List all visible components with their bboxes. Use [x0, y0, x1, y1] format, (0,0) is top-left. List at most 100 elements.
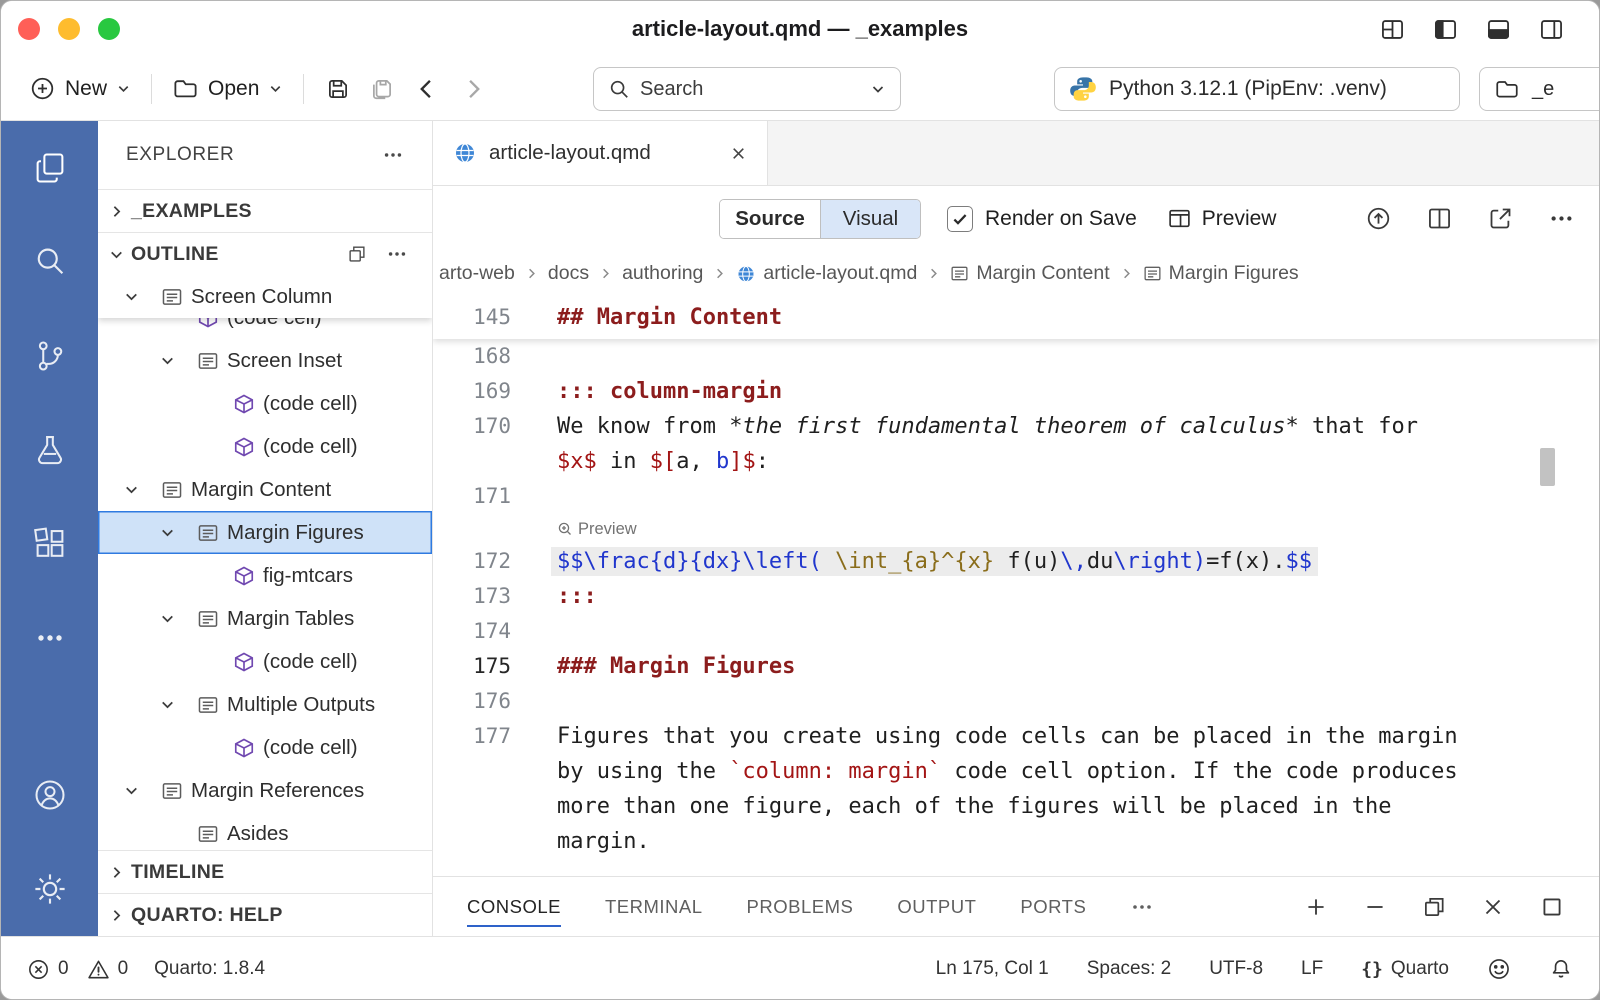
panel-tab-terminal[interactable]: TERMINAL: [605, 877, 703, 936]
extensions-icon[interactable]: [1, 497, 98, 591]
new-button[interactable]: New: [21, 71, 139, 106]
chevron-down-icon[interactable]: [870, 81, 886, 97]
code-line[interactable]: 171: [433, 479, 1555, 514]
breadcrumb-item[interactable]: arto-web: [439, 262, 515, 285]
back-icon[interactable]: [404, 71, 450, 107]
zoom-window-button[interactable]: [98, 18, 120, 40]
search-box[interactable]: Search: [593, 67, 901, 111]
outline-more-icon[interactable]: [386, 243, 408, 265]
code-line[interactable]: 168: [433, 339, 1555, 374]
interpreter-selector[interactable]: Python 3.12.1 (PipEnv: .venv): [1054, 67, 1460, 111]
toggle-right-sidebar-icon[interactable]: [1538, 16, 1565, 43]
open-in-new-window-icon[interactable]: [1487, 205, 1514, 232]
chevron-down-icon[interactable]: [123, 782, 153, 799]
save-icon[interactable]: [316, 72, 360, 106]
outline-item-margin-tables[interactable]: Margin Tables: [98, 597, 432, 640]
outline-item-margin-references[interactable]: Margin References: [98, 769, 432, 812]
workspace-selector[interactable]: _e: [1479, 67, 1600, 111]
breadcrumb-item[interactable]: docs: [548, 262, 589, 285]
tab-article-layout[interactable]: article-layout.qmd: [433, 121, 768, 185]
search-icon[interactable]: [1, 215, 98, 309]
outline-item-screen-column[interactable]: Screen Column: [98, 275, 432, 318]
maximize-panel-icon[interactable]: [1539, 894, 1565, 920]
code-line-math[interactable]: 172 $$\frac{d}{dx}\left( \int_{a}^{x} f(…: [433, 544, 1555, 579]
save-all-icon[interactable]: [360, 72, 404, 106]
section-outline[interactable]: OUTLINE: [98, 232, 432, 275]
forward-icon[interactable]: [450, 71, 496, 107]
more-actions-icon[interactable]: [1, 591, 98, 685]
section-examples[interactable]: _EXAMPLES: [98, 189, 432, 232]
toggle-left-sidebar-icon[interactable]: [1432, 16, 1459, 43]
code-line-current[interactable]: 175 ### Margin Figures: [433, 649, 1555, 684]
sticky-scroll-line[interactable]: 145 ## Margin Content: [433, 296, 1599, 339]
mode-visual-button[interactable]: Visual: [820, 200, 920, 238]
account-icon[interactable]: [1, 748, 98, 842]
code-editor[interactable]: 145 ## Margin Content 168 169 ::: column…: [433, 296, 1599, 876]
chevron-down-icon[interactable]: [123, 481, 153, 498]
chevron-down-icon[interactable]: [159, 352, 189, 369]
breadcrumb-item-symbol[interactable]: Margin Content: [950, 262, 1109, 285]
chevron-down-icon[interactable]: [159, 696, 189, 713]
section-timeline[interactable]: TIMELINE: [98, 850, 432, 893]
feedback-smiley-icon[interactable]: [1487, 957, 1511, 981]
breadcrumb-item-file[interactable]: article-layout.qmd: [736, 262, 917, 285]
code-line[interactable]: 169 ::: column-margin: [433, 374, 1555, 409]
minimize-window-button[interactable]: [58, 18, 80, 40]
problems-status[interactable]: 0 0: [27, 958, 128, 981]
encoding-status[interactable]: UTF-8: [1209, 958, 1263, 980]
chevron-down-icon[interactable]: [123, 288, 153, 305]
outline-item-fig-mtcars[interactable]: fig-mtcars: [98, 554, 432, 597]
outline-item-asides[interactable]: Asides: [98, 812, 432, 850]
breadcrumb-item[interactable]: authoring: [622, 262, 703, 285]
outline-item-code-cell[interactable]: (code cell): [98, 640, 432, 683]
close-panel-icon[interactable]: [1480, 894, 1506, 920]
eol-status[interactable]: LF: [1301, 958, 1323, 980]
render-circle-up-icon[interactable]: [1365, 205, 1392, 232]
source-control-icon[interactable]: [1, 309, 98, 403]
indentation-status[interactable]: Spaces: 2: [1087, 958, 1172, 980]
render-on-save-checkbox[interactable]: [947, 206, 973, 232]
chevron-down-icon[interactable]: [159, 524, 189, 541]
chevron-down-icon[interactable]: [159, 610, 189, 627]
explorer-icon[interactable]: [1, 121, 98, 215]
panel-tab-output[interactable]: OUTPUT: [897, 877, 976, 936]
code-line[interactable]: 177 Figures that you create using code c…: [433, 719, 1555, 859]
panel-tab-problems[interactable]: PROBLEMS: [747, 877, 854, 936]
code-line[interactable]: 173 :::: [433, 579, 1555, 614]
language-mode-status[interactable]: {} Quarto: [1361, 958, 1449, 980]
quarto-version-status[interactable]: Quarto: 1.8.4: [154, 958, 265, 980]
section-quarto-help[interactable]: QUARTO: HELP: [98, 893, 432, 936]
outline-item-code-cell[interactable]: (code cell): [98, 425, 432, 468]
code-line[interactable]: 170 We know from *the first fundamental …: [433, 409, 1555, 479]
split-editor-icon[interactable]: [1426, 205, 1453, 232]
open-button[interactable]: Open: [164, 71, 291, 106]
customize-layout-icon[interactable]: [1379, 16, 1406, 43]
code-line[interactable]: 174: [433, 614, 1555, 649]
preview-button[interactable]: Preview: [1167, 206, 1277, 231]
editor-scrollbar-thumb[interactable]: [1540, 448, 1555, 486]
mode-source-button[interactable]: Source: [720, 200, 820, 238]
panel-more-icon[interactable]: [1130, 895, 1154, 919]
panel-tab-ports[interactable]: PORTS: [1020, 877, 1086, 936]
settings-gear-icon[interactable]: [1, 842, 98, 936]
cursor-position-status[interactable]: Ln 175, Col 1: [936, 958, 1049, 980]
notifications-bell-icon[interactable]: [1549, 957, 1573, 981]
code-line[interactable]: 176: [433, 684, 1555, 719]
testing-flask-icon[interactable]: [1, 403, 98, 497]
outline-item-margin-figures[interactable]: Margin Figures: [98, 511, 432, 554]
outline-item-screen-inset[interactable]: Screen Inset: [98, 339, 432, 382]
editor-more-icon[interactable]: [1548, 205, 1575, 232]
breadcrumb-item-symbol[interactable]: Margin Figures: [1143, 262, 1299, 285]
explorer-more-icon[interactable]: [382, 144, 404, 166]
minimize-panel-icon[interactable]: [1362, 894, 1388, 920]
new-console-plus-icon[interactable]: [1303, 894, 1329, 920]
outline-item-code-cell[interactable]: (code cell): [98, 382, 432, 425]
restore-panel-icon[interactable]: [1421, 894, 1447, 920]
close-tab-icon[interactable]: [730, 145, 747, 162]
preview-codelens[interactable]: Preview: [433, 514, 1555, 544]
outline-item-margin-content[interactable]: Margin Content: [98, 468, 432, 511]
collapse-all-icon[interactable]: [346, 243, 368, 265]
outline-item-code-cell[interactable]: (code cell): [98, 726, 432, 769]
outline-item-multiple-outputs[interactable]: Multiple Outputs: [98, 683, 432, 726]
panel-tab-console[interactable]: CONSOLE: [467, 877, 561, 936]
